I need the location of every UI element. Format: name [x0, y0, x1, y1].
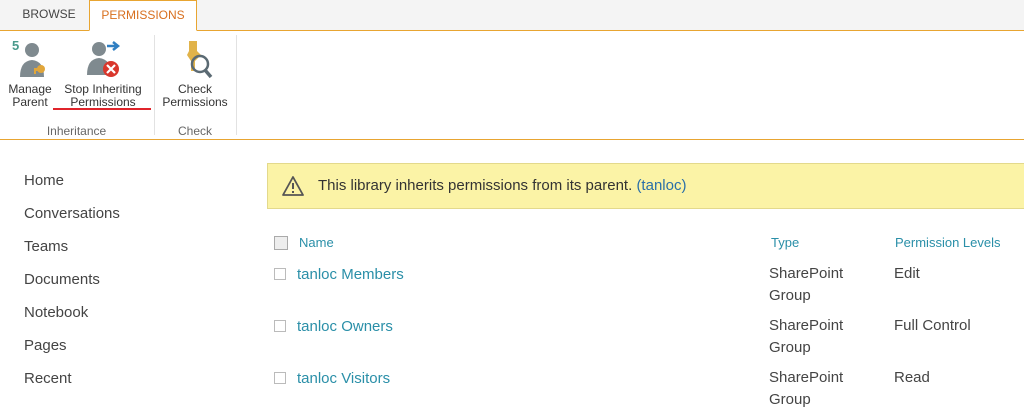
quick-launch-nav: Home Conversations Teams Documents Noteb… — [24, 168, 120, 399]
parent-site-link[interactable]: (tanloc) — [636, 177, 686, 194]
nav-item-home[interactable]: Home — [24, 168, 120, 201]
column-header-name[interactable]: Name — [299, 235, 334, 250]
group-name-link[interactable]: tanloc Visitors — [297, 370, 390, 387]
tab-permissions[interactable]: PERMISSIONS — [89, 0, 197, 31]
banner-text: This library inherits permissions from i… — [318, 177, 633, 194]
column-header-type[interactable]: Type — [771, 235, 799, 250]
group-name-link[interactable]: tanloc Members — [297, 266, 404, 283]
stop-inheriting-button[interactable]: Stop Inheriting Permissions — [57, 37, 149, 109]
manage-parent-label: Manage Parent — [8, 82, 52, 109]
group-label-check: Check — [177, 124, 212, 138]
row-checkbox[interactable] — [274, 372, 286, 384]
ribbon: 5 Manage Parent Stop Inheriting Permissi… — [0, 31, 1024, 140]
group-type: SharePoint Group — [769, 317, 844, 356]
nav-item-teams[interactable]: Teams — [24, 234, 120, 267]
ribbon-separator — [236, 35, 237, 135]
select-all-checkbox[interactable] — [274, 236, 288, 250]
permission-level: Edit — [894, 265, 920, 282]
group-name-link[interactable]: tanloc Owners — [297, 318, 393, 335]
permission-level: Full Control — [894, 317, 971, 334]
banner-message: This library inherits permissions from i… — [318, 177, 686, 194]
nav-item-documents[interactable]: Documents — [24, 267, 120, 300]
group-label-inheritance: Inheritance — [46, 124, 107, 138]
ribbon-tabbar: BROWSE PERMISSIONS — [0, 0, 1024, 31]
warning-icon — [282, 176, 304, 196]
column-header-permission-levels[interactable]: Permission Levels — [895, 235, 1001, 250]
check-permissions-label: Check Permissions — [162, 82, 228, 109]
inheritance-banner: This library inherits permissions from i… — [267, 163, 1024, 209]
check-permissions-icon — [187, 41, 213, 79]
nav-item-recent[interactable]: Recent — [24, 366, 120, 399]
nav-item-pages[interactable]: Pages — [24, 333, 120, 366]
highlight-underline — [53, 108, 151, 110]
row-checkbox[interactable] — [274, 268, 286, 280]
manage-parent-button[interactable]: 5 Manage Parent — [2, 37, 58, 109]
permission-level: Read — [894, 369, 930, 386]
stop-inheriting-icon — [87, 41, 121, 77]
row-checkbox[interactable] — [274, 320, 286, 332]
group-type: SharePoint Group — [769, 369, 844, 408]
nav-item-conversations[interactable]: Conversations — [24, 201, 120, 234]
check-permissions-button[interactable]: Check Permissions — [158, 37, 232, 109]
group-type: SharePoint Group — [769, 265, 844, 304]
svg-text:5: 5 — [12, 38, 19, 53]
manage-parent-icon: 5 — [12, 38, 45, 77]
nav-item-notebook[interactable]: Notebook — [24, 300, 120, 333]
stop-inheriting-label: Stop Inheriting Permissions — [64, 82, 142, 109]
tab-browse[interactable]: BROWSE — [10, 0, 88, 30]
ribbon-separator — [154, 35, 155, 135]
